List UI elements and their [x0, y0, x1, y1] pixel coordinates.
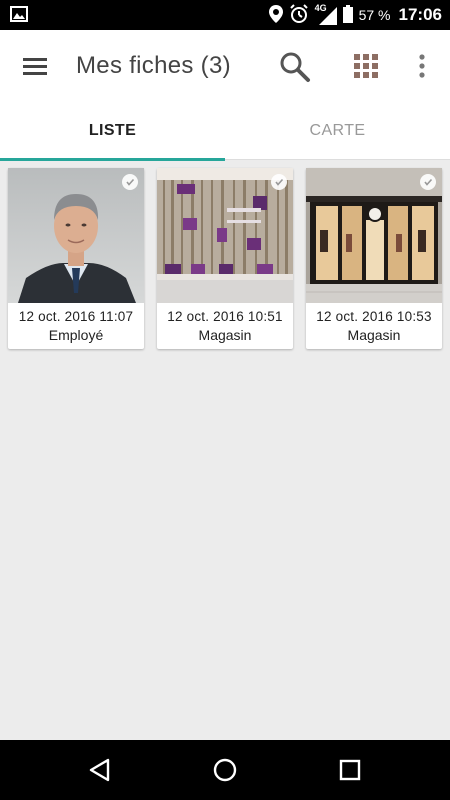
clock: 17:06: [398, 5, 442, 24]
grid-view-icon[interactable]: [352, 52, 380, 80]
recents-square-icon[interactable]: [336, 756, 364, 784]
storefront-photo: [306, 168, 442, 303]
home-circle-icon[interactable]: [211, 756, 239, 784]
tab-bar: LISTE CARTE: [0, 102, 450, 161]
tab-liste-label: LISTE: [88, 122, 137, 139]
battery-icon: [342, 4, 353, 26]
back-triangle-icon[interactable]: [86, 756, 114, 784]
location-icon: [268, 4, 283, 26]
card-type: Magasin: [198, 327, 252, 343]
alarm-icon: [289, 3, 309, 27]
portrait-photo: [8, 168, 144, 303]
card-type: Employé: [48, 327, 104, 343]
search-icon[interactable]: [278, 50, 312, 84]
hamburger-menu-icon[interactable]: [20, 52, 50, 80]
card-grid: 12 oct. 2016 11:07 Employé 12 oct. 2016 …: [8, 168, 442, 349]
page-title: Mes fiches (3): [76, 52, 231, 79]
card-type: Magasin: [347, 327, 401, 343]
check-icon: [122, 174, 138, 190]
shop-window-photo: [157, 168, 293, 303]
system-nav-bar: [0, 740, 450, 800]
app-bar: Mes fiches (3): [0, 30, 450, 102]
tab-liste[interactable]: LISTE: [0, 102, 225, 161]
card-item[interactable]: 12 oct. 2016 11:07 Employé: [8, 168, 144, 349]
check-icon: [271, 174, 287, 190]
image-notification-icon: [10, 6, 28, 27]
status-bar: 4G 57 % 17:06: [0, 0, 450, 30]
check-icon: [420, 174, 436, 190]
card-item[interactable]: 12 oct. 2016 10:53 Magasin: [306, 168, 442, 349]
card-date: 12 oct. 2016 10:53: [316, 309, 432, 324]
battery-percent: 57 %: [358, 7, 391, 23]
signal-icon: 4G: [315, 3, 337, 25]
card-date: 12 oct. 2016 11:07: [18, 309, 134, 324]
tab-carte-label: CARTE: [309, 122, 366, 139]
card-item[interactable]: 12 oct. 2016 10:51 Magasin: [157, 168, 293, 349]
tab-carte[interactable]: CARTE: [225, 102, 450, 160]
tab-indicator: [0, 158, 225, 161]
more-vert-icon[interactable]: [412, 52, 432, 80]
card-date: 12 oct. 2016 10:51: [167, 309, 283, 324]
